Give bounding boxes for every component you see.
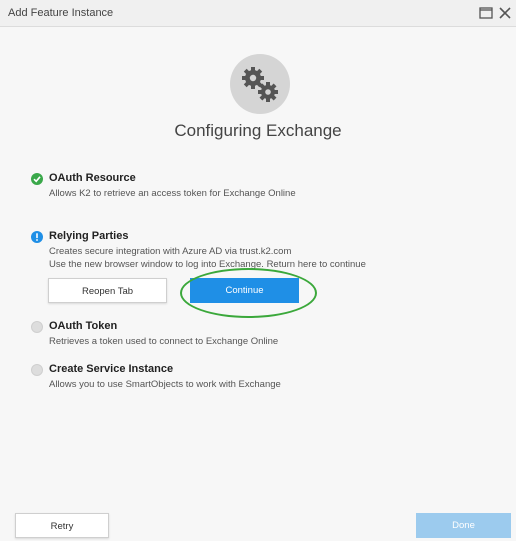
exclamation-circle-icon (31, 231, 43, 243)
continue-button[interactable]: Continue (190, 278, 299, 303)
retry-button[interactable]: Retry (15, 513, 109, 538)
step-description: Retrieves a token used to connect to Exc… (49, 336, 279, 347)
step-title: OAuth Resource (49, 172, 136, 184)
step-description-line: Use the new browser window to log into E… (49, 259, 366, 270)
page-title: Configuring Exchange (174, 121, 342, 140)
window-titlebar: Add Feature Instance (0, 0, 516, 27)
window-title: Add Feature Instance (8, 7, 114, 19)
step-title: Relying Parties (49, 230, 129, 242)
gears-icon (230, 54, 290, 114)
close-icon[interactable] (497, 5, 513, 21)
step-title: OAuth Token (49, 320, 118, 332)
step-description: Creates secure integration with Azure AD… (49, 245, 366, 271)
empty-circle-icon (31, 364, 43, 376)
step-title: Create Service Instance (49, 363, 174, 375)
step-description-line: Creates secure integration with Azure AD… (49, 246, 292, 257)
check-circle-icon (31, 173, 43, 185)
done-button[interactable]: Done (416, 513, 511, 538)
step-description: Allows K2 to retrieve an access token fo… (49, 188, 296, 199)
maximize-icon[interactable] (478, 5, 494, 21)
reopen-tab-button[interactable]: Reopen Tab (48, 278, 167, 303)
step-description: Allows you to use SmartObjects to work w… (49, 379, 281, 390)
empty-circle-icon (31, 321, 43, 333)
